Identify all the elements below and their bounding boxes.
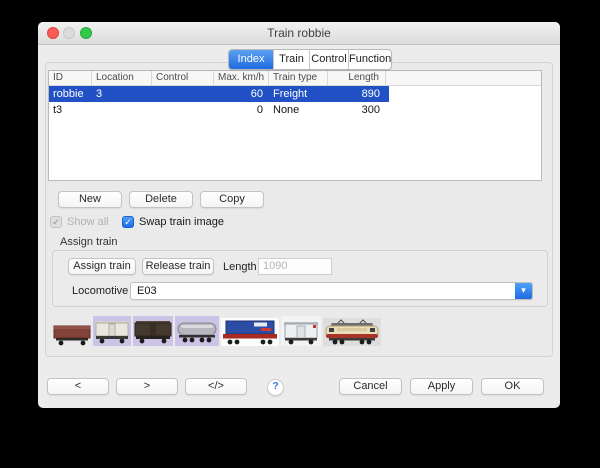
column-header-location[interactable]: Location bbox=[92, 71, 152, 85]
length-field: 1090 bbox=[258, 258, 332, 275]
prev-button[interactable]: < bbox=[47, 378, 109, 395]
locomotive-label: Locomotive bbox=[72, 285, 128, 297]
tab-bar: IndexTrainControlFunctions bbox=[228, 49, 392, 70]
table-cell: robbie bbox=[49, 86, 92, 102]
table-row[interactable]: robbie3 60Freight890 bbox=[49, 86, 389, 102]
table-cell bbox=[152, 86, 214, 102]
ok-button[interactable]: OK bbox=[481, 378, 544, 395]
code-view-button[interactable]: </> bbox=[185, 378, 247, 395]
release-train-button[interactable]: Release train bbox=[142, 258, 214, 275]
help-button[interactable]: ? bbox=[267, 379, 284, 396]
cancel-button[interactable]: Cancel bbox=[339, 378, 402, 395]
wagon-image-boxcar-dark bbox=[133, 316, 173, 346]
column-header-max-km-h[interactable]: Max. km/h bbox=[214, 71, 269, 85]
table-cell: Freight bbox=[269, 86, 328, 102]
checkbox-icon: ✓ bbox=[50, 216, 62, 228]
table-cell: 60 bbox=[214, 86, 269, 102]
column-header-id[interactable]: ID bbox=[49, 71, 92, 85]
row-action-buttons: New Delete Copy bbox=[58, 191, 264, 208]
assign-train-button[interactable]: Assign train bbox=[68, 258, 136, 275]
apply-button[interactable]: Apply bbox=[410, 378, 473, 395]
wagon-image-tank-car bbox=[175, 316, 219, 346]
checkbox-swap-train-image: ✓ Swap train image bbox=[122, 215, 224, 229]
wagon-image-locomotive-e03 bbox=[323, 318, 381, 346]
table-cell: 0 bbox=[214, 102, 269, 118]
length-label: Length bbox=[223, 261, 257, 273]
assign-train-group-title: Assign train bbox=[60, 236, 117, 248]
checkbox-icon[interactable]: ✓ bbox=[122, 216, 134, 228]
table-cell: t3 bbox=[49, 102, 92, 118]
delete-button[interactable]: Delete bbox=[129, 191, 193, 208]
table-row[interactable]: t3 0None300 bbox=[49, 102, 389, 118]
column-header-control[interactable]: Control bbox=[152, 71, 214, 85]
locomotive-combobox[interactable]: E03 ▾ bbox=[130, 282, 533, 300]
checkbox-label: Show all bbox=[67, 216, 109, 228]
table-cell: 890 bbox=[328, 86, 386, 102]
chevron-down-icon[interactable]: ▾ bbox=[515, 283, 532, 299]
tab-functions[interactable]: Functions bbox=[348, 50, 391, 69]
wagon-image-reefer-car bbox=[281, 316, 321, 346]
train-dialog-window: Train robbie IndexTrainControlFunctions … bbox=[38, 22, 560, 408]
title-bar: Train robbie bbox=[38, 22, 560, 45]
tab-train[interactable]: Train bbox=[273, 50, 309, 69]
copy-button[interactable]: Copy bbox=[200, 191, 264, 208]
table-cell: 300 bbox=[328, 102, 386, 118]
table-cell bbox=[152, 102, 214, 118]
tab-index[interactable]: Index bbox=[229, 50, 273, 69]
train-image-strip bbox=[53, 314, 381, 346]
checkbox-show-all: ✓ Show all bbox=[50, 215, 109, 229]
table-header: IDLocationControlMax. km/hTrain typeLeng… bbox=[49, 71, 541, 86]
table-body: robbie3 60Freight890 t3 0None300 bbox=[49, 86, 541, 118]
locomotive-selected-value: E03 bbox=[137, 283, 157, 299]
next-button[interactable]: > bbox=[116, 378, 178, 395]
wagon-image-container-car bbox=[221, 318, 279, 346]
tab-control[interactable]: Control bbox=[309, 50, 348, 69]
table-cell: None bbox=[269, 102, 328, 118]
footer-action-buttons: Cancel Apply OK bbox=[339, 378, 544, 395]
footer-nav-buttons: < > </> bbox=[47, 378, 247, 395]
window-title: Train robbie bbox=[38, 22, 560, 44]
table-cell: 3 bbox=[92, 86, 152, 102]
column-header-length[interactable]: Length bbox=[328, 71, 386, 85]
wagon-image-boxcar-white bbox=[93, 316, 131, 346]
new-button[interactable]: New bbox=[58, 191, 122, 208]
train-table: IDLocationControlMax. km/hTrain typeLeng… bbox=[48, 70, 542, 181]
checkbox-label: Swap train image bbox=[139, 216, 224, 228]
table-cell bbox=[92, 102, 152, 118]
column-header-train-type[interactable]: Train type bbox=[269, 71, 328, 85]
wagon-image-freight-wagon-red bbox=[53, 322, 91, 346]
